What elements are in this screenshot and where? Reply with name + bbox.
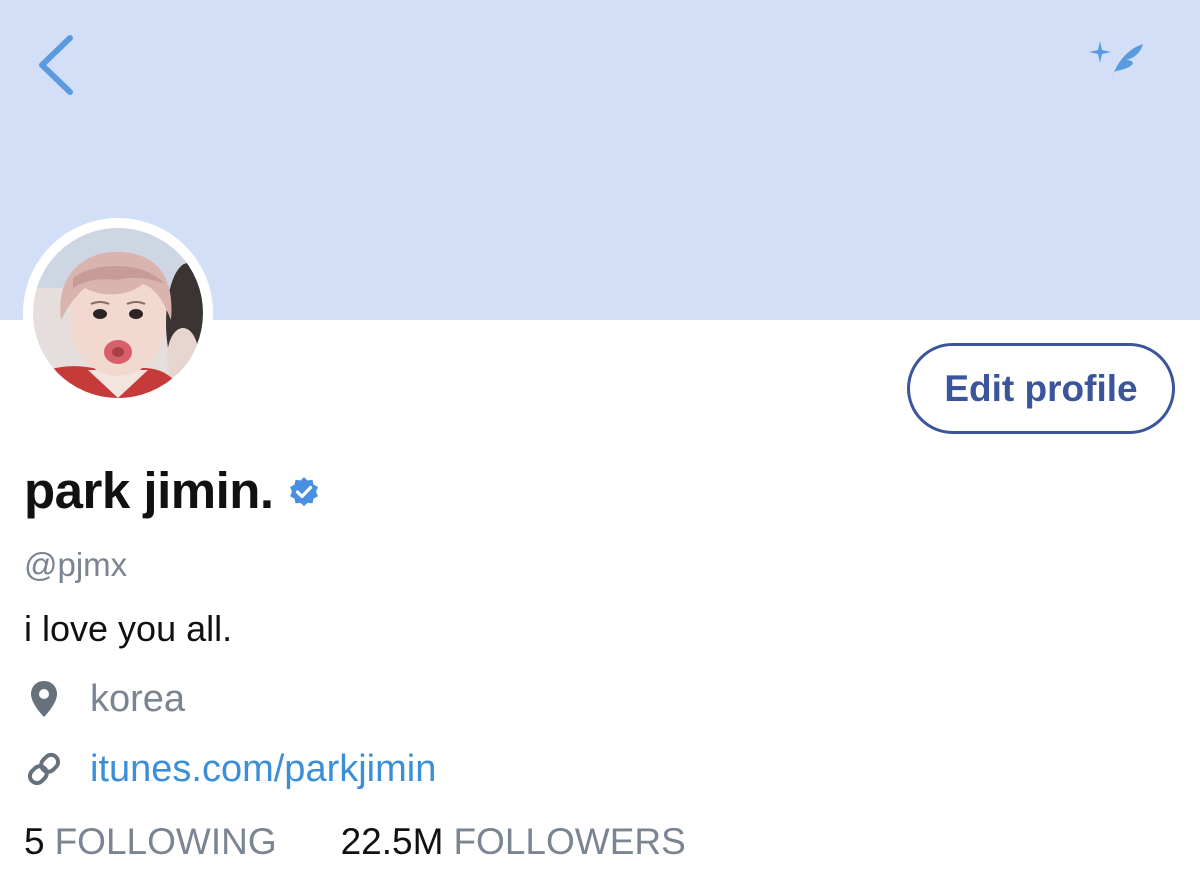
avatar[interactable] [23, 218, 213, 408]
name-row: park jimin. [24, 455, 320, 525]
followers-count: 22.5M [340, 821, 444, 862]
display-name: park jimin. [24, 461, 274, 519]
following-stat[interactable]: 5 FOLLOWING [24, 821, 277, 863]
followers-label: FOLLOWERS [453, 821, 686, 862]
location-pin-icon [24, 677, 64, 721]
edit-profile-button[interactable]: Edit profile [907, 343, 1175, 434]
chevron-left-icon [39, 35, 73, 95]
compose-tweet-button[interactable] [1088, 38, 1148, 88]
website-row: itunes.com/parkjimin [24, 744, 436, 794]
verified-badge-icon [289, 477, 318, 507]
location-row: korea [24, 674, 185, 724]
following-label: FOLLOWING [54, 821, 277, 862]
followers-stat[interactable]: 22.5M FOLLOWERS [341, 821, 686, 863]
avatar-image [33, 228, 203, 398]
compose-tweet-icon [1089, 41, 1143, 84]
back-button[interactable] [30, 30, 90, 100]
bio-text: i love you all. [24, 608, 233, 649]
follow-stats: 5 FOLLOWING 22.5M FOLLOWERS [24, 817, 686, 867]
website-link[interactable]: itunes.com/parkjimin [90, 748, 436, 791]
location-text: korea [90, 677, 186, 720]
link-icon [24, 747, 64, 791]
user-handle: @pjmx [24, 546, 128, 583]
following-count: 5 [24, 821, 45, 862]
avatar-photo [33, 228, 203, 398]
